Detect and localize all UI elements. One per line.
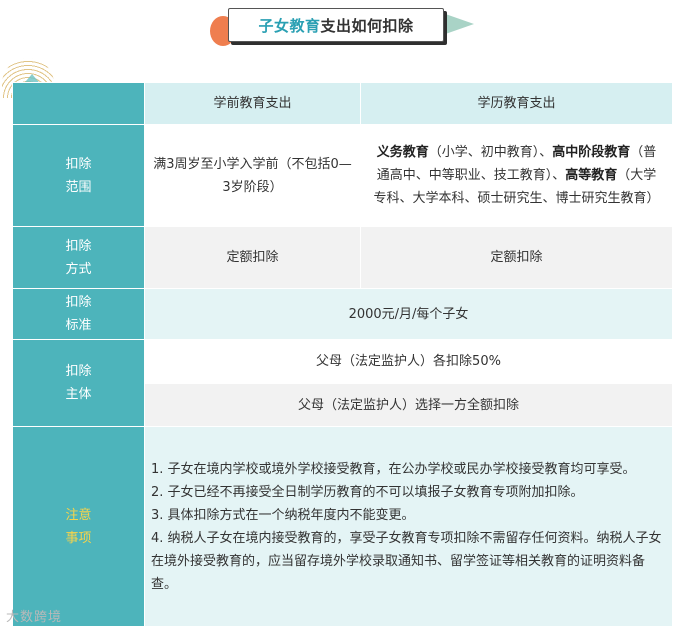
- subject-option-2: 父母（法定监护人）选择一方全额扣除: [144, 383, 673, 427]
- standard-value: 2000元/月/每个子女: [144, 288, 673, 340]
- note-item: 1. 子女在境内学校或境外学校接受教育，在公办学校或民办学校接受教育均可享受。: [151, 461, 636, 477]
- header-preschool: 学前教育支出: [144, 82, 361, 125]
- watermark: 大数跨境: [6, 610, 63, 625]
- subject-row-1: 扣除 主体 父母（法定监护人）各扣除50%: [12, 339, 673, 427]
- scope-preschool: 满3周岁至小学入学前（不包括0—3岁阶段）: [144, 124, 361, 227]
- note-item: 4. 纳税人子女在境内接受教育的，享受子女教育专项扣除不需留存任何资料。纳税人子…: [151, 530, 662, 592]
- standard-label: 扣除 标准: [12, 288, 145, 340]
- note-item: 3. 具体扣除方式在一个纳税年度内不能变更。: [151, 507, 415, 523]
- title-rest-text: 支出如何扣除: [320, 16, 414, 35]
- subject-option-1: 父母（法定监护人）各扣除50%: [144, 339, 673, 384]
- notes-row: 注意 事项 1. 子女在境内学校或境外学校接受教育，在公办学校或民办学校接受教育…: [12, 426, 673, 627]
- scope-row: 扣除 范围 满3周岁至小学入学前（不包括0—3岁阶段） 义务教育（小学、初中教育…: [12, 124, 673, 227]
- note-item: 2. 子女已经不再接受全日制学历教育的不可以填报子女教育专项附加扣除。: [151, 484, 584, 500]
- subject-label: 扣除 主体: [12, 339, 145, 427]
- page-title: 子女教育 支出如何扣除: [228, 8, 444, 42]
- corner-cell: [12, 82, 145, 125]
- notes-label: 注意 事项: [12, 426, 145, 627]
- title-banner: 子女教育 支出如何扣除: [206, 2, 486, 48]
- header-row: 学前教育支出 学历教育支出: [12, 82, 673, 125]
- method-academic: 定额扣除: [360, 226, 673, 289]
- method-preschool: 定额扣除: [144, 226, 361, 289]
- deduction-table: 学前教育支出 学历教育支出 扣除 范围 满3周岁至小学入学前（不包括0—3岁阶段…: [12, 82, 673, 627]
- method-row: 扣除 方式 定额扣除 定额扣除: [12, 226, 673, 289]
- method-label: 扣除 方式: [12, 226, 145, 289]
- scope-label: 扣除 范围: [12, 124, 145, 227]
- standard-row: 扣除 标准 2000元/月/每个子女: [12, 288, 673, 340]
- notes-content: 1. 子女在境内学校或境外学校接受教育，在公办学校或民办学校接受教育均可享受。 …: [144, 426, 673, 627]
- header-academic: 学历教育支出: [360, 82, 673, 125]
- title-accent-text: 子女教育: [258, 16, 321, 35]
- scope-academic: 义务教育（小学、初中教育）、高中阶段教育（普通高中、中等职业、技工教育）、高等教…: [360, 124, 673, 227]
